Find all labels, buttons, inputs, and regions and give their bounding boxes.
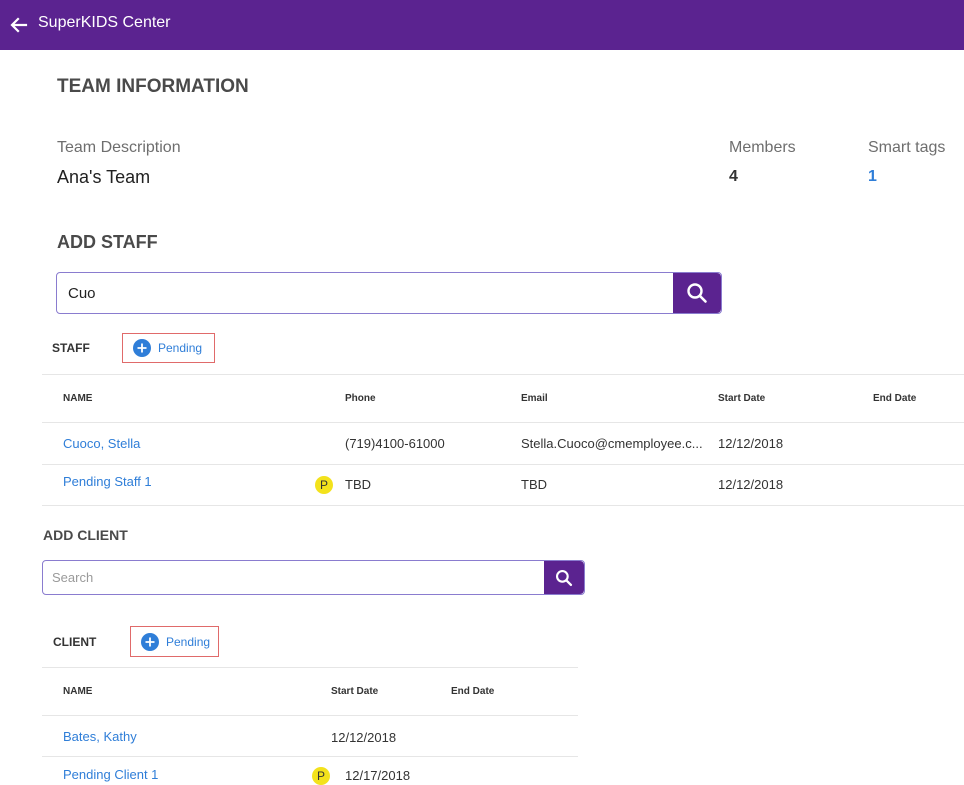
client-search-input[interactable] <box>43 561 544 594</box>
staff-col-name: NAME <box>63 393 93 404</box>
staff-search-box <box>56 272 722 314</box>
staff-row-divider <box>42 464 964 465</box>
staff-search-button[interactable] <box>673 273 721 313</box>
client-row-1-name[interactable]: Bates, Kathy <box>63 729 137 744</box>
client-row-1-start-date: 12/12/2018 <box>331 730 397 745</box>
arrow-left-icon <box>10 17 28 33</box>
client-section-label: CLIENT <box>53 635 97 649</box>
smart-tags-label: Smart tags <box>868 139 946 156</box>
client-header-divider <box>42 715 578 716</box>
add-pending-staff-button[interactable]: Pending <box>122 333 215 363</box>
staff-row-1-start-date: 12/12/2018 <box>718 436 784 451</box>
members-count: 4 <box>729 168 738 185</box>
app-title: SuperKIDS Center <box>38 14 171 31</box>
staff-table-top-divider <box>42 374 964 375</box>
staff-section-label: STAFF <box>52 341 90 355</box>
staff-row-2-start-date: 12/12/2018 <box>718 477 784 492</box>
pending-client-label: Pending <box>166 634 211 649</box>
client-row-2-start-date: 12/17/2018 <box>345 768 411 783</box>
staff-col-start-date: Start Date <box>718 393 766 404</box>
members-label: Members <box>729 139 796 156</box>
search-icon <box>555 569 573 586</box>
back-button[interactable] <box>7 13 31 37</box>
client-search-button[interactable] <box>544 561 584 594</box>
smart-tags-count[interactable]: 1 <box>868 168 877 186</box>
pending-staff-label: Pending <box>158 341 203 355</box>
staff-col-phone: Phone <box>345 393 376 404</box>
add-staff-heading: ADD STAFF <box>57 232 158 252</box>
plus-circle-icon <box>141 632 159 651</box>
search-icon <box>687 283 707 303</box>
staff-row-2-email: TBD <box>521 477 547 492</box>
staff-header-divider <box>42 422 964 423</box>
staff-col-end-date: End Date <box>873 393 917 404</box>
plus-circle-icon <box>133 339 151 357</box>
app-header: SuperKIDS Center <box>0 0 964 50</box>
staff-row-2-name[interactable]: Pending Staff 1 <box>63 474 152 489</box>
client-row-divider <box>42 756 578 757</box>
pending-badge: P <box>315 476 333 494</box>
client-col-end-date: End Date <box>451 686 495 697</box>
staff-col-email: Email <box>521 393 548 404</box>
client-col-name: NAME <box>63 686 93 697</box>
staff-search-input[interactable] <box>57 273 673 313</box>
team-description-value: Ana's Team <box>57 167 151 187</box>
staff-row-1-email: Stella.Cuoco@cmemployee.c... <box>521 436 703 451</box>
add-client-heading: ADD CLIENT <box>43 527 128 543</box>
pending-badge: P <box>312 767 330 785</box>
staff-row-1-name[interactable]: Cuoco, Stella <box>63 436 140 451</box>
staff-row-2-phone: TBD <box>345 477 371 492</box>
client-col-start-date: Start Date <box>331 686 379 697</box>
staff-table-bottom-divider <box>42 505 964 506</box>
team-description-label: Team Description <box>57 139 181 156</box>
client-search-box <box>42 560 585 595</box>
staff-row-1-phone: (719)4100-61000 <box>345 436 445 451</box>
client-row-2-name[interactable]: Pending Client 1 <box>63 767 158 782</box>
team-info-heading: TEAM INFORMATION <box>57 76 249 97</box>
client-table-top-divider <box>42 667 578 668</box>
add-pending-client-button[interactable]: Pending <box>130 626 219 657</box>
